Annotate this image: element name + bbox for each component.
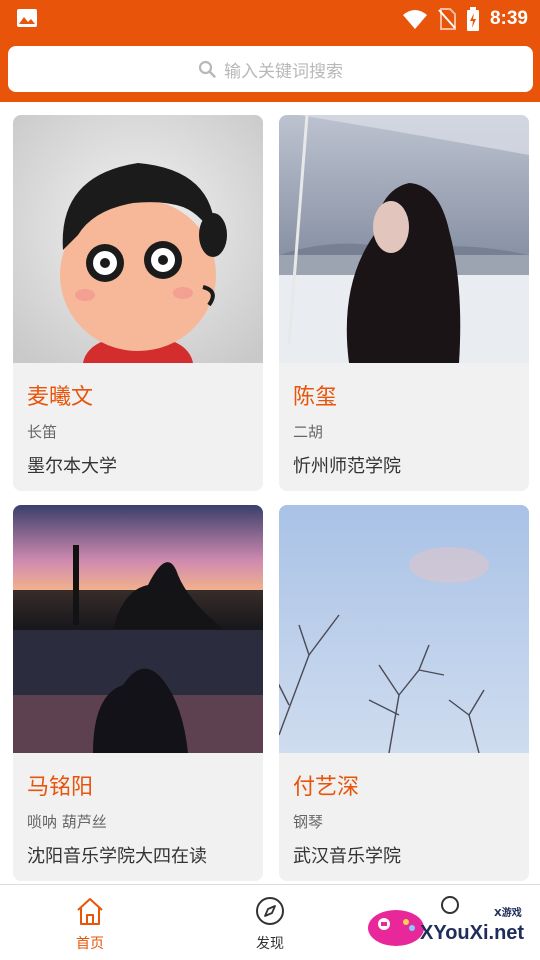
teacher-school: 忻州师范学院 (293, 456, 401, 477)
teacher-card[interactable]: 麦曦文 长笛 墨尔本大学 (13, 115, 263, 491)
teacher-instrument: 二胡 (293, 423, 324, 441)
teacher-school: 武汉音乐学院 (293, 846, 401, 867)
clock: 8:39 (489, 8, 528, 29)
teacher-card[interactable]: 陈玺 二胡 忻州师范学院 (279, 115, 529, 491)
teacher-instrument: 长笛 (27, 423, 58, 441)
tab-discover-label: 发现 (256, 936, 284, 952)
teacher-name: 付艺深 (293, 775, 360, 800)
battery-charging-icon (466, 7, 479, 31)
teacher-school: 沈阳音乐学院大四在读 (27, 846, 207, 867)
teacher-card[interactable]: 马铭阳 唢呐 葫芦丝 沈阳音乐学院大四在读 (13, 505, 263, 881)
search-icon (198, 60, 216, 78)
teacher-instrument: 唢呐 葫芦丝 (27, 813, 107, 831)
teacher-name: 马铭阳 (27, 775, 94, 800)
avatar-image (13, 115, 263, 363)
watermark: X游戏 XYouXi.net (366, 898, 536, 956)
image-icon (17, 9, 37, 27)
teacher-school: 墨尔本大学 (27, 456, 117, 477)
status-bar: 8:39 (0, 0, 540, 38)
no-sim-icon (438, 8, 456, 30)
teacher-card[interactable]: 付艺深 钢琴 武汉音乐学院 (279, 505, 529, 881)
search-placeholder: 输入关键词搜索 (224, 61, 343, 82)
app-header: 8:39 输入关键词搜索 (0, 0, 540, 102)
home-icon (77, 898, 103, 925)
watermark-text: XYouXi.net (420, 922, 525, 944)
compass-icon (256, 897, 284, 925)
teacher-name: 陈玺 (293, 385, 338, 410)
wifi-icon (402, 10, 427, 29)
photo-image (13, 505, 263, 753)
photo-image (279, 505, 529, 753)
watermark-small: X游戏 (494, 908, 522, 919)
teacher-name: 麦曦文 (27, 385, 94, 410)
tab-home-label: 首页 (76, 936, 104, 952)
tab-home[interactable]: 首页 (30, 885, 150, 960)
teacher-instrument: 钢琴 (293, 813, 324, 831)
search-bar[interactable]: 输入关键词搜索 (8, 46, 533, 92)
tab-discover[interactable]: 发现 (210, 885, 330, 960)
photo-image (279, 115, 529, 363)
gamepad-logo-icon (368, 910, 424, 946)
